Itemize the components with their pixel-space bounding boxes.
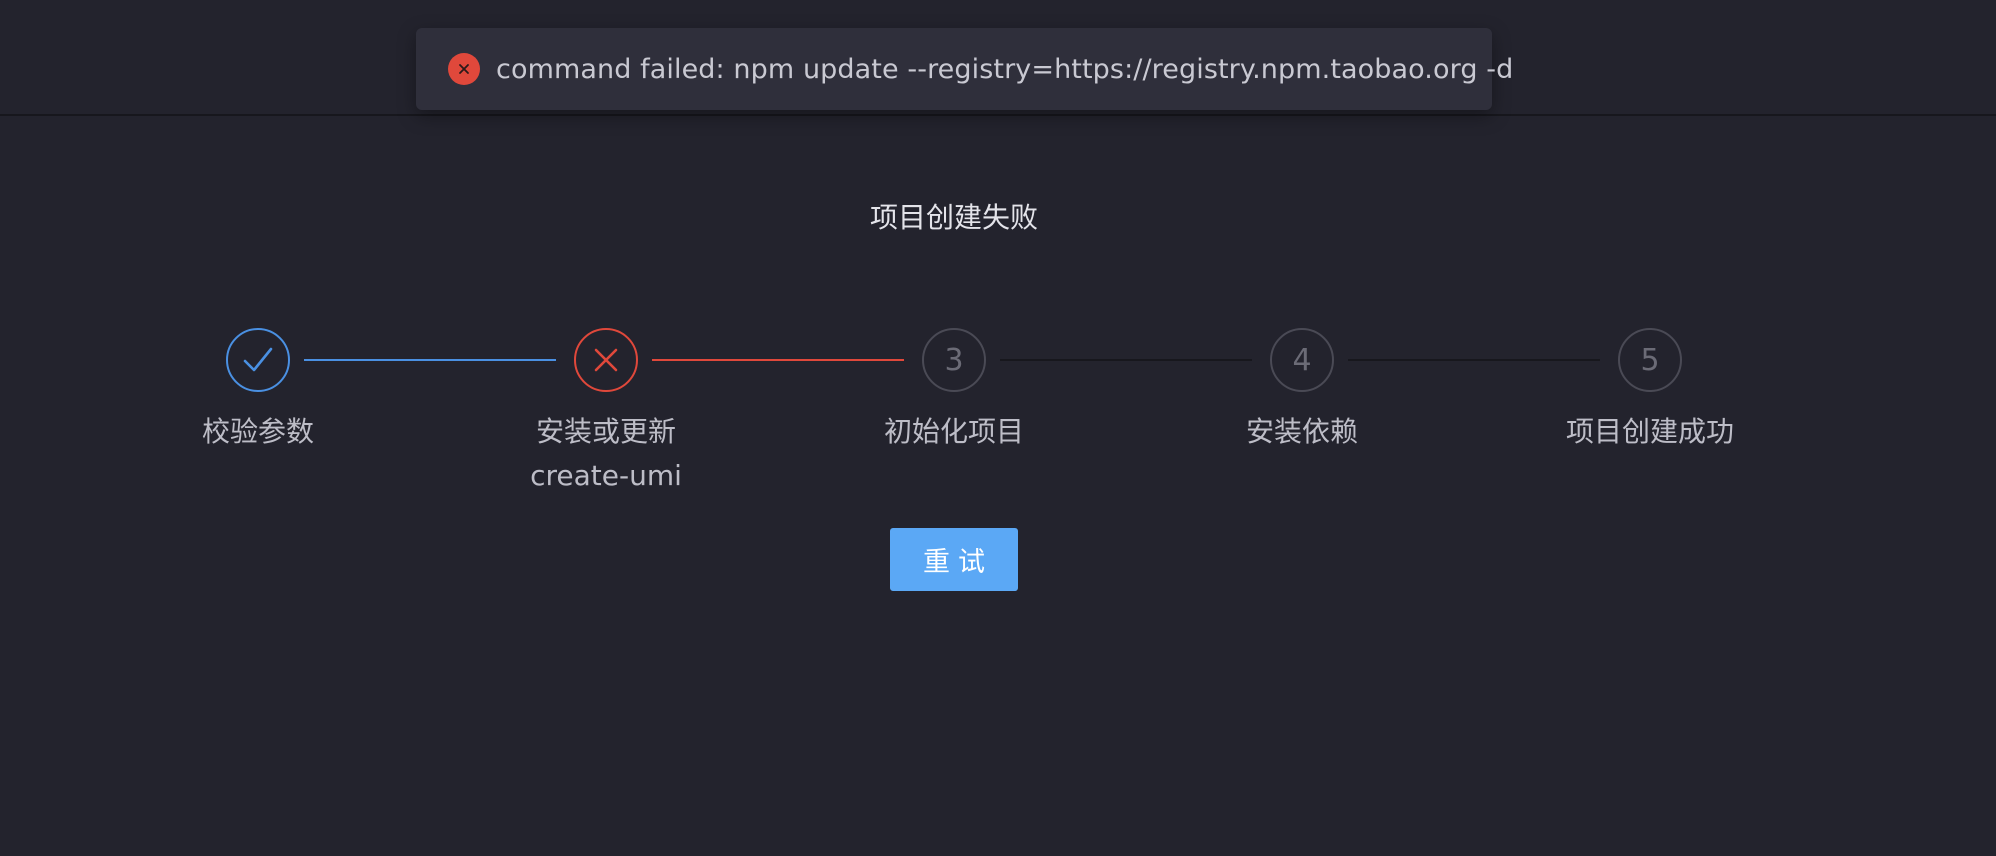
steps: 校验参数 安装或更新 create-umi 3 初始化项目 4 安装依赖 5 项…: [0, 0, 1996, 520]
step-connector-1: [304, 359, 556, 361]
step-1-check-icon: [226, 328, 290, 392]
page: command failed: npm update --registry=ht…: [0, 0, 1996, 856]
step-connector-2: [652, 359, 904, 361]
step-3-number: 3: [922, 328, 986, 392]
step-5-label: 项目创建成功: [1565, 415, 1734, 448]
retry-button[interactable]: 重试: [890, 528, 1018, 591]
step-4-number: 4: [1270, 328, 1334, 392]
step-connector-3: [1000, 359, 1252, 361]
step-1-label: 校验参数: [201, 415, 314, 448]
step-5-number: 5: [1618, 328, 1682, 392]
step-4-label: 安装依赖: [1245, 415, 1358, 448]
step-2-label: 安装或更新 create-umi: [530, 415, 682, 492]
step-connector-4: [1348, 359, 1600, 361]
step-3-label: 初始化项目: [883, 415, 1024, 448]
step-2-close-icon: [574, 328, 638, 392]
